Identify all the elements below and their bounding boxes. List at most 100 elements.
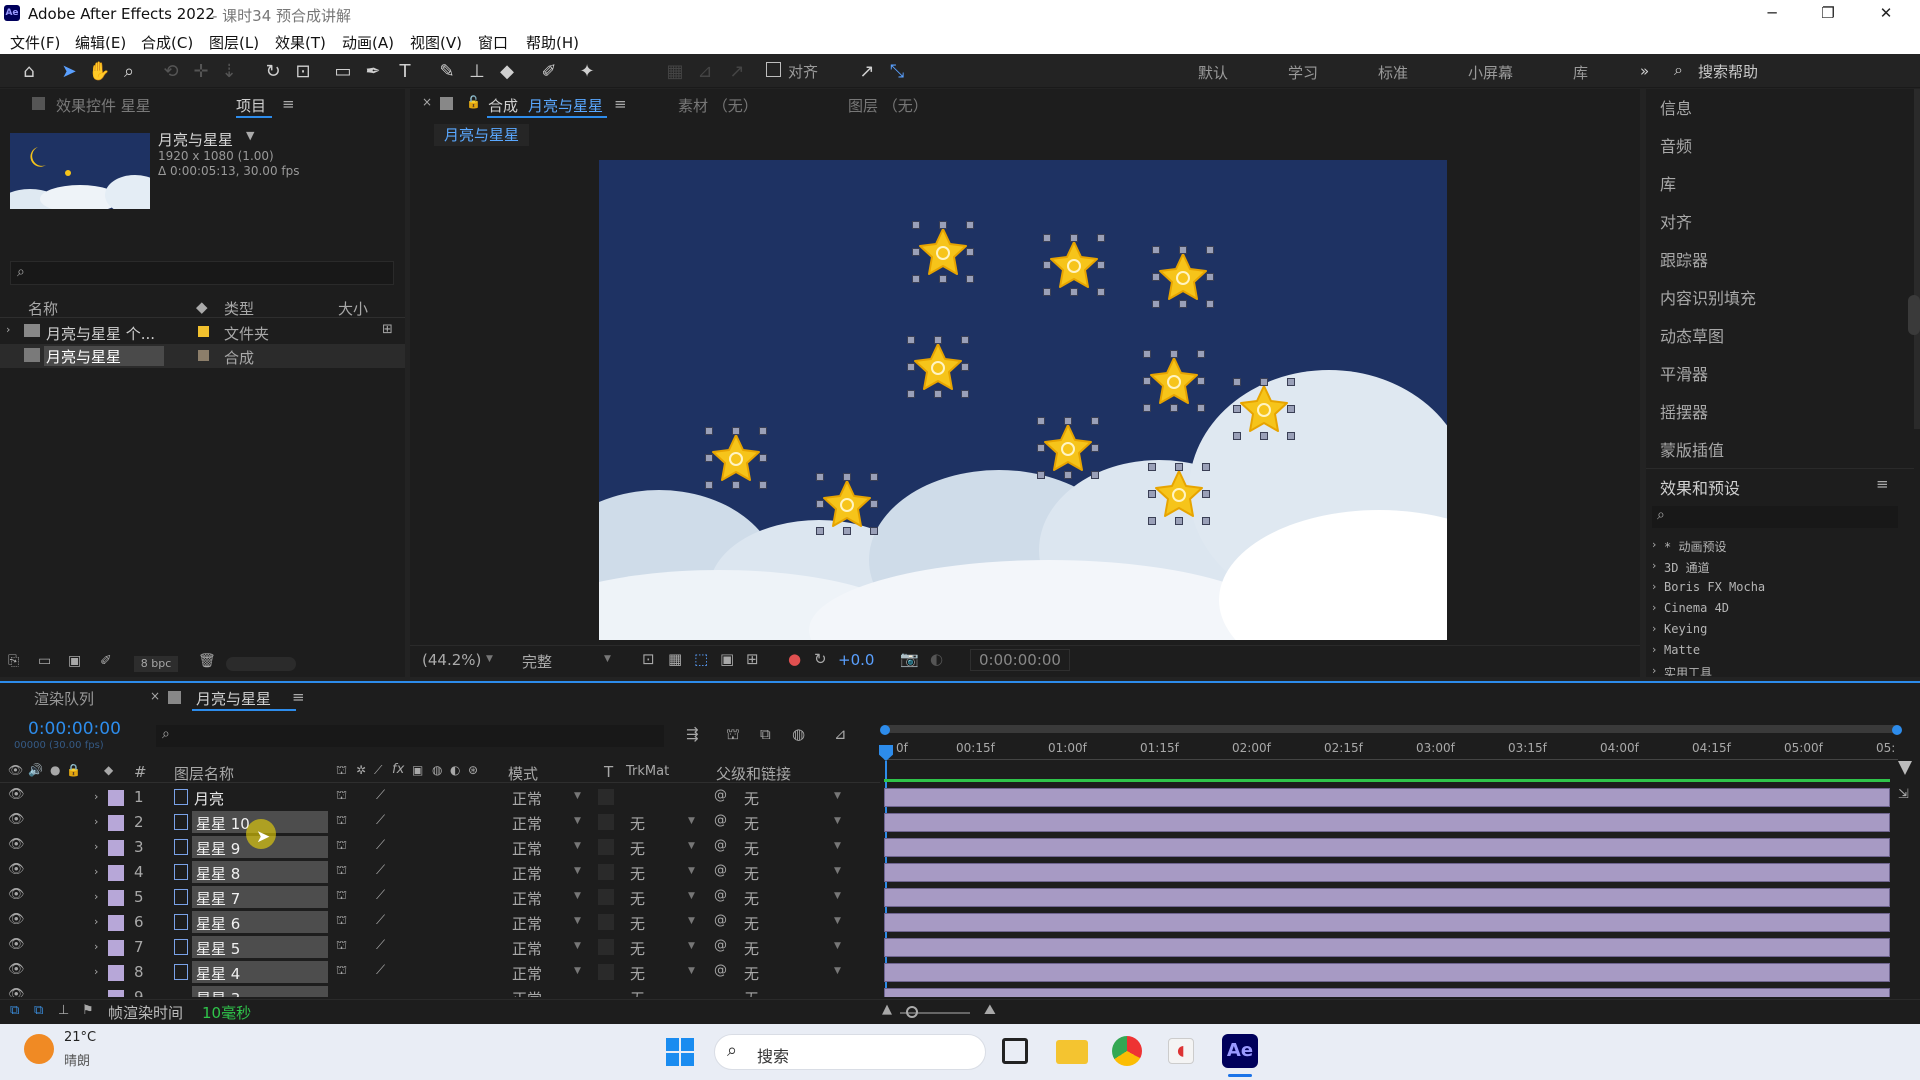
pick-whip-icon[interactable]: @ <box>714 938 727 953</box>
roto-brush-icon[interactable]: ✐ <box>538 61 560 83</box>
column-preserve-transparency[interactable]: T <box>604 763 613 781</box>
resize-handle[interactable] <box>1152 246 1160 254</box>
preserve-transparency-checkbox[interactable] <box>598 814 614 830</box>
resize-handle[interactable] <box>816 527 824 535</box>
comp-flowchart-icon[interactable]: ⇶ <box>686 725 699 743</box>
shy-layers-icon[interactable]: ⛫ <box>726 725 740 745</box>
task-view-icon[interactable] <box>1002 1038 1028 1064</box>
layer-bar[interactable] <box>884 863 1890 882</box>
resize-handle[interactable] <box>1287 378 1295 386</box>
in-out-icon[interactable]: ⊥ <box>58 1003 69 1018</box>
minimize-button[interactable]: ─ <box>1752 4 1792 22</box>
pick-whip-icon[interactable]: @ <box>714 913 727 928</box>
list-item[interactable]: › 月亮与星星 个... 文件夹 ⊞ <box>0 320 405 344</box>
layer-switches-icon[interactable]: ⧉ <box>10 1003 19 1018</box>
pick-whip-icon[interactable]: @ <box>714 813 727 828</box>
scroll-bar[interactable] <box>226 657 296 671</box>
parent-dropdown[interactable]: 无 <box>744 988 759 997</box>
mode-dropdown[interactable]: 正常 <box>512 863 542 884</box>
work-area-bar[interactable] <box>884 725 1898 733</box>
resize-handle[interactable] <box>1097 288 1105 296</box>
pan-tool-icon[interactable]: ✛ <box>190 61 212 83</box>
label-swatch[interactable] <box>108 865 124 881</box>
menu-animation[interactable]: 动画(A) <box>342 32 394 53</box>
resize-handle[interactable] <box>843 527 851 535</box>
effects-item[interactable]: 3D 通道 <box>1664 559 1710 576</box>
label-swatch[interactable] <box>108 965 124 981</box>
eraser-tool-icon[interactable]: ◆ <box>496 61 518 83</box>
resize-handle[interactable] <box>1148 463 1156 471</box>
panel-menu-icon[interactable]: ≡ <box>282 95 295 113</box>
label-swatch[interactable] <box>108 890 124 906</box>
resize-handle[interactable] <box>1097 234 1105 242</box>
quality-switch-icon[interactable]: ⟋ <box>376 963 385 978</box>
puppet-pin-icon[interactable]: ✦ <box>576 61 598 83</box>
shy-switch-icon[interactable]: ⛫ <box>336 938 347 954</box>
pick-whip-icon[interactable]: @ <box>714 788 727 803</box>
star-layer[interactable] <box>1037 417 1099 479</box>
expand-arrow-icon[interactable]: › <box>1652 664 1656 677</box>
expand-icon[interactable]: ⤡ <box>886 61 908 83</box>
pick-whip-icon[interactable]: @ <box>714 888 727 903</box>
close-tab-icon[interactable]: × <box>150 689 160 703</box>
shy-switch-icon[interactable]: ⛫ <box>336 838 347 854</box>
resize-handle[interactable] <box>1070 288 1078 296</box>
star-layer[interactable] <box>912 221 974 283</box>
timeline-current-time[interactable]: 0:00:00:00 <box>28 719 121 739</box>
table-row[interactable]: 👁 9 星星 3 正常 无 无 <box>0 985 880 997</box>
table-row[interactable]: 👁 › 1 月亮 ⛫ ⟋ 正常 ▼ @ 无 ▼ <box>0 785 880 810</box>
shy-switch-icon[interactable]: ⛫ <box>336 888 347 904</box>
eye-icon[interactable]: 👁 <box>8 912 25 927</box>
resize-handle[interactable] <box>1037 471 1045 479</box>
quality-switch-icon[interactable]: ⟋ <box>376 863 385 878</box>
reset-exposure-icon[interactable]: ↻ <box>814 650 827 668</box>
mode-dropdown[interactable]: 正常 <box>512 888 542 909</box>
quality-switch-icon[interactable]: ⟋ <box>376 813 385 828</box>
resize-handle[interactable] <box>966 221 974 229</box>
label-column-icon[interactable]: ◆ <box>196 298 208 316</box>
paint-app-icon[interactable]: ◖ <box>1168 1038 1194 1064</box>
trkmat-dropdown[interactable]: 无 <box>630 813 645 834</box>
layer-name[interactable]: 星星 5 <box>196 938 240 959</box>
tab-timeline-comp[interactable]: 月亮与星星 <box>196 688 271 709</box>
resize-handle[interactable] <box>912 275 920 283</box>
resize-handle[interactable] <box>1233 378 1241 386</box>
project-search-input[interactable]: ⌕ <box>10 261 394 285</box>
star-layer[interactable] <box>1233 378 1295 440</box>
resize-handle[interactable] <box>1170 350 1178 358</box>
panel-mask-interpolation[interactable]: 蒙版插值 <box>1660 437 1724 461</box>
frame-blending-icon[interactable]: ⧉ <box>760 725 771 743</box>
list-item[interactable]: 月亮与星星 合成 <box>0 344 405 368</box>
resize-handle[interactable] <box>759 454 767 462</box>
workspace-learn[interactable]: 学习 <box>1288 62 1318 83</box>
taskbar-search-input[interactable]: ⌕ 搜索 <box>714 1034 986 1070</box>
column-number[interactable]: # <box>134 763 147 781</box>
layer-name[interactable]: 星星 10 <box>196 813 250 834</box>
table-row[interactable]: 👁 › 4 星星 8 ⛫ ⟋ 正常 ▼ 无 ▼ @ 无 ▼ <box>0 860 880 885</box>
trkmat-dropdown[interactable]: 无 <box>630 963 645 984</box>
adjustment-switch-icon[interactable]: ◐ <box>450 763 460 777</box>
resize-handle[interactable] <box>1148 490 1156 498</box>
panel-motion-sketch[interactable]: 动态草图 <box>1660 323 1724 347</box>
parent-dropdown[interactable]: 无 <box>744 863 759 884</box>
panel-align[interactable]: 对齐 <box>1660 209 1692 233</box>
preserve-transparency-checkbox[interactable] <box>598 789 614 805</box>
rotate-tool-icon[interactable]: ↻ <box>262 61 284 83</box>
shy-switch-icon[interactable]: ⛫ <box>336 863 347 879</box>
layer-bar[interactable] <box>884 988 1890 997</box>
label-swatch[interactable] <box>198 326 209 337</box>
tab-project[interactable]: 项目 <box>236 95 266 116</box>
workspace-more-icon[interactable]: » <box>1640 62 1649 80</box>
layer-name[interactable]: 星星 7 <box>196 888 240 909</box>
column-trkmat[interactable]: TrkMat <box>626 764 669 779</box>
resize-handle[interactable] <box>759 427 767 435</box>
resize-handle[interactable] <box>1202 490 1210 498</box>
effects-item[interactable]: Keying <box>1664 622 1707 636</box>
resize-handle[interactable] <box>1148 517 1156 525</box>
label-swatch[interactable] <box>108 990 124 997</box>
snap-icon[interactable]: ▦ <box>664 61 686 83</box>
parent-dropdown[interactable]: 无 <box>744 788 759 809</box>
layer-name[interactable]: 星星 3 <box>196 988 240 997</box>
tab-effect-controls[interactable]: 效果控件 星星 <box>56 95 151 116</box>
resize-handle[interactable] <box>1179 300 1187 308</box>
